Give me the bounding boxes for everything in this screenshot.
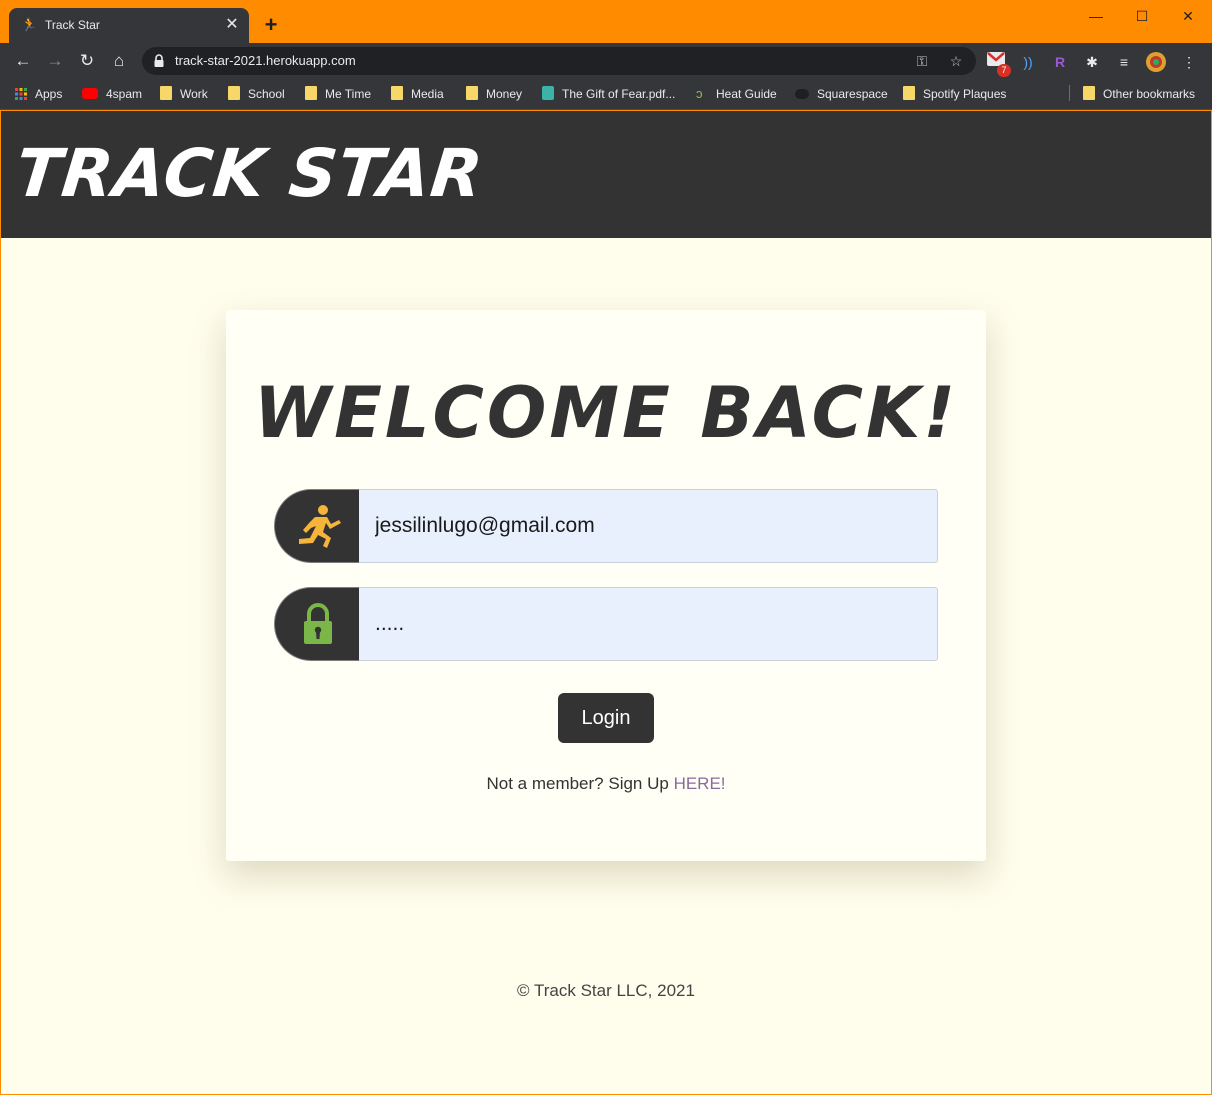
bookmark-label: Spotify Plaques xyxy=(923,87,1007,101)
new-tab-button[interactable]: + xyxy=(260,14,282,36)
signup-prompt: Not a member? Sign Up HERE! xyxy=(226,774,986,794)
minimize-button[interactable]: — xyxy=(1073,4,1119,28)
bookmark-spotify-plaques[interactable]: Spotify Plaques xyxy=(903,86,1006,102)
email-icon-cap xyxy=(274,489,360,563)
leaf-icon: ↄ xyxy=(696,86,703,101)
address-bar[interactable]: track-star-2021.herokuapp.com ⚿ ☆ xyxy=(142,47,976,75)
bookmark-label: Work xyxy=(180,87,208,101)
bookmark-apps[interactable]: Apps xyxy=(15,86,62,102)
login-button[interactable]: Login xyxy=(558,693,654,743)
profile-avatar[interactable] xyxy=(1146,52,1166,72)
folder-icon xyxy=(228,86,240,100)
runner-favicon-icon: 🏃 xyxy=(21,17,38,32)
maximize-button[interactable]: ☐ xyxy=(1119,4,1165,28)
forward-arrow-icon[interactable]: → xyxy=(43,49,67,73)
password-row xyxy=(274,587,938,661)
password-icon-cap xyxy=(274,587,360,661)
email-row xyxy=(274,489,938,563)
close-window-button[interactable]: ✕ xyxy=(1165,4,1211,28)
brand-logo[interactable]: TRACK STAR xyxy=(12,135,487,212)
footer-copyright: © Track Star LLC, 2021 xyxy=(517,981,695,1000)
folder-icon xyxy=(903,86,915,100)
apps-grid-icon xyxy=(15,88,27,100)
password-input[interactable] xyxy=(359,587,938,661)
bookmark-label: The Gift of Fear.pdf... xyxy=(562,87,676,101)
bookmark-work[interactable]: Work xyxy=(160,86,208,102)
squarespace-icon xyxy=(795,89,809,99)
home-icon[interactable]: ⌂ xyxy=(107,49,131,73)
bookmark-school[interactable]: School xyxy=(228,86,285,102)
bookmark-me-time[interactable]: Me Time xyxy=(305,86,371,102)
r-extension-icon[interactable]: R xyxy=(1050,52,1070,72)
bookmark-4spam[interactable]: 4spam xyxy=(82,86,142,102)
other-bookmarks-label: Other bookmarks xyxy=(1103,87,1196,101)
browser-tab[interactable]: 🏃 Track Star ✕ xyxy=(9,8,249,43)
bookmark-label: Me Time xyxy=(325,87,372,101)
folder-icon xyxy=(391,86,403,100)
page-content: TRACK STAR WELCOME BACK! jessilinlugo@gm… xyxy=(1,111,1211,1094)
signup-text: Not a member? Sign Up xyxy=(486,774,674,793)
puzzle-extensions-icon[interactable]: ✱ xyxy=(1082,52,1102,72)
bookmark-squarespace[interactable]: Squarespace xyxy=(795,86,888,102)
robot-icon xyxy=(542,86,554,100)
bookmark-money[interactable]: Money xyxy=(466,86,522,102)
key-icon[interactable]: ⚿ xyxy=(912,51,932,71)
page-title: WELCOME BACK! xyxy=(253,372,959,454)
chrome-menu-icon[interactable]: ⋮ xyxy=(1179,52,1199,72)
media-queue-icon[interactable]: ≡ xyxy=(1114,52,1134,72)
browser-toolbar: ← → ↻ ⌂ track-star-2021.herokuapp.com ⚿ … xyxy=(0,43,1212,78)
runner-icon xyxy=(299,505,341,548)
bookmark-label: School xyxy=(248,87,285,101)
audio-extension-icon[interactable]: )) xyxy=(1018,52,1038,72)
gmail-badge: 7 xyxy=(997,64,1011,77)
tab-close-icon[interactable]: ✕ xyxy=(223,16,241,34)
lock-icon xyxy=(154,54,164,67)
bookmark-label: Squarespace xyxy=(817,87,888,101)
star-icon[interactable]: ☆ xyxy=(946,51,966,71)
bookmark-media[interactable]: Media xyxy=(391,86,444,102)
back-arrow-icon[interactable]: ← xyxy=(11,49,35,73)
other-bookmarks[interactable]: Other bookmarks xyxy=(1083,86,1195,102)
bookmark-label: Heat Guide xyxy=(716,87,777,101)
bookmark-label: Apps xyxy=(35,87,63,101)
folder-icon xyxy=(305,86,317,100)
bookmark-label: 4spam xyxy=(106,87,143,101)
reload-icon[interactable]: ↻ xyxy=(75,49,99,73)
folder-icon xyxy=(160,86,172,100)
bookmarks-divider xyxy=(1069,85,1070,101)
lock-icon xyxy=(304,603,332,644)
bookmark-gift-of-fear[interactable]: The Gift of Fear.pdf... xyxy=(542,86,675,102)
email-input[interactable] xyxy=(359,489,938,563)
url-text: track-star-2021.herokuapp.com xyxy=(175,53,356,68)
login-card: WELCOME BACK! jessilinlugo@gmail.com ...… xyxy=(226,310,986,861)
bookmark-label: Media xyxy=(411,87,444,101)
bookmark-label: Money xyxy=(486,87,523,101)
youtube-icon xyxy=(82,88,98,99)
signup-link[interactable]: HERE! xyxy=(674,774,726,793)
folder-icon xyxy=(1083,86,1095,100)
browser-titlebar: 🏃 Track Star ✕ + — ☐ ✕ xyxy=(0,0,1212,43)
tab-title: Track Star xyxy=(45,18,100,32)
bookmark-heat-guide[interactable]: ↄ Heat Guide xyxy=(696,86,777,102)
bookmarks-bar: Apps 4spam Work School Me Time Media Mon… xyxy=(0,78,1212,110)
site-header: TRACK STAR xyxy=(1,111,1211,238)
folder-icon xyxy=(466,86,478,100)
